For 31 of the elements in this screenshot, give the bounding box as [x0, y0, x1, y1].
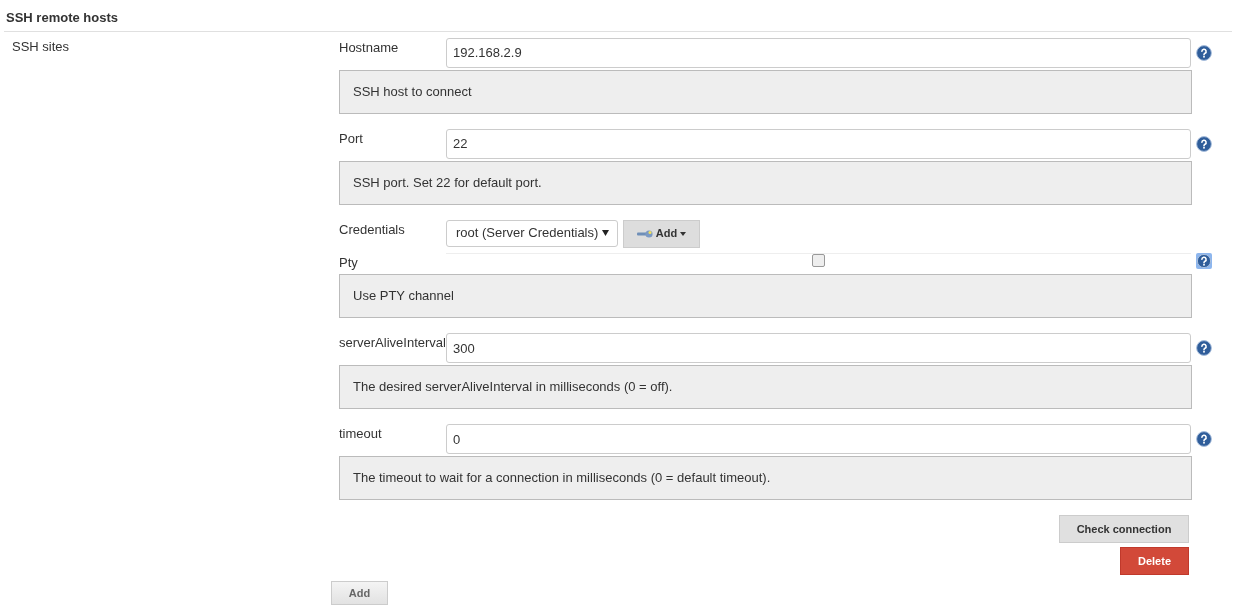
help-icon[interactable]: [1196, 431, 1212, 447]
caret-icon: [602, 230, 609, 236]
help-text: The timeout to wait for a connection in milliseconds (0 = default timeout).: [353, 469, 771, 488]
help-text: The desired serverAliveInterval in milliseconds (0 = off).: [353, 378, 673, 397]
key-icon: [636, 229, 653, 238]
property-label: SSH sites: [12, 38, 70, 54]
text-input[interactable]: 300: [446, 333, 1191, 363]
help-icon[interactable]: [1196, 44, 1212, 61]
field-label: Pty: [339, 254, 358, 270]
checkbox[interactable]: [812, 253, 825, 267]
add-button[interactable]: Add: [331, 581, 388, 605]
section-title: SSH remote hosts: [6, 10, 118, 25]
help-text: SSH port. Set 22 for default port.: [353, 173, 542, 192]
check-connection-button[interactable]: Check connection: [1059, 515, 1189, 543]
text-input[interactable]: 22: [446, 128, 1191, 159]
field-label: serverAliveInterval: [339, 335, 446, 350]
caret-icon: [680, 231, 687, 236]
text-input[interactable]: 192.168.2.9: [446, 37, 1191, 68]
credentials-select[interactable]: root (Server Credentials): [446, 219, 618, 247]
add-credentials-button[interactable]: Add: [623, 219, 700, 248]
field-label: Port: [339, 130, 363, 146]
field-label: Hostname: [339, 39, 399, 55]
help-icon[interactable]: [1196, 252, 1212, 269]
field-label: Credentials: [339, 221, 405, 237]
delete-button[interactable]: Delete: [1120, 547, 1189, 575]
text-input[interactable]: 0: [446, 424, 1191, 454]
help-icon[interactable]: [1196, 340, 1212, 356]
help-text: Use PTY channel: [353, 287, 454, 306]
field-label: timeout: [339, 426, 382, 441]
help-icon[interactable]: [1196, 135, 1212, 152]
help-text: SSH host to connect: [353, 82, 472, 101]
